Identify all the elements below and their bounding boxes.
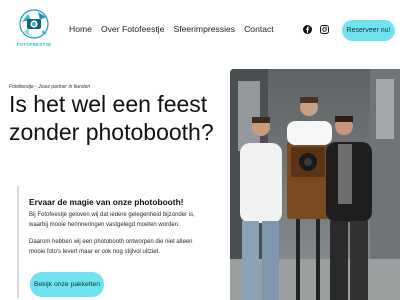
reserve-button[interactable]: Reserveer nu! — [342, 20, 395, 41]
hero-subtitle: Ervaar de magie van onze photobooth! — [29, 197, 184, 207]
camera-logo-icon — [19, 9, 49, 39]
team-photobooth-image — [230, 69, 400, 300]
instagram-icon[interactable] — [320, 25, 329, 34]
nav-contact[interactable]: Contact — [244, 24, 274, 34]
divider — [17, 186, 19, 298]
logo-text: FOTOFEESTJE — [16, 42, 52, 47]
main-nav: Home Over Fotofeestje Sfeerimpressies Co… — [69, 24, 274, 34]
hero-paragraph-2: Daarom hebben wij een photobooth ontworp… — [29, 239, 193, 255]
nav-home[interactable]: Home — [69, 24, 92, 34]
logo[interactable]: FOTOFEESTJE — [14, 8, 54, 50]
view-packages-button[interactable]: Bekijk onze pakketten — [30, 272, 104, 297]
nav-sfeerimpressies[interactable]: Sfeerimpressies — [173, 24, 235, 34]
nav-over-fotofeestje[interactable]: Over Fotofeestje — [101, 24, 165, 34]
page-title: Is het wel een feest zonder photobooth? — [9, 91, 214, 145]
hero-paragraph-1: Bij Fotofeestje geloven wij dat iedere g… — [29, 212, 195, 228]
hero-photo — [230, 69, 400, 300]
site-header: FOTOFEESTJE Home Over Fotofeestje Sfeeri… — [0, 0, 400, 62]
facebook-icon[interactable] — [303, 25, 312, 34]
